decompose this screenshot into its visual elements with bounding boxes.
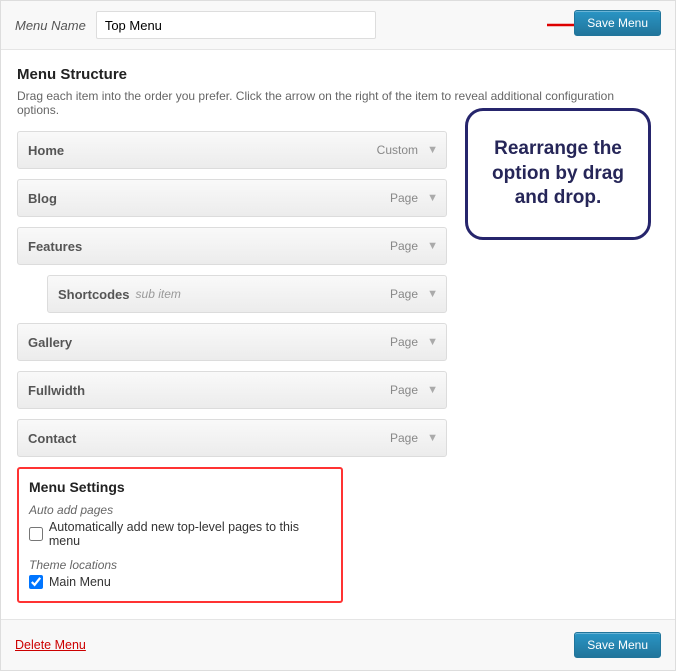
- menu-item-type: Page: [390, 335, 418, 349]
- menu-item-type: Page: [390, 431, 418, 445]
- chevron-down-icon[interactable]: ▼: [427, 432, 438, 444]
- delete-menu-link[interactable]: Delete Menu: [15, 638, 86, 652]
- menu-item-type: Page: [390, 287, 418, 301]
- menu-item-subnote: sub item: [136, 287, 181, 301]
- chevron-down-icon[interactable]: ▼: [427, 192, 438, 204]
- menu-edit-page: Menu Name Save Menu Menu Structure Drag …: [0, 0, 676, 671]
- menu-item-type: Custom: [377, 143, 418, 157]
- menu-item-title: Contact: [28, 431, 76, 446]
- menu-item[interactable]: Features Page ▼: [17, 227, 447, 265]
- save-menu-button-top[interactable]: Save Menu: [574, 10, 661, 36]
- menu-item-title: Shortcodes: [58, 287, 130, 302]
- auto-add-label: Auto add pages: [29, 503, 331, 517]
- theme-loc-checkbox[interactable]: [29, 575, 43, 589]
- theme-loc-label: Theme locations: [29, 558, 331, 572]
- menu-item-title: Fullwidth: [28, 383, 85, 398]
- menu-item[interactable]: Gallery Page ▼: [17, 323, 447, 361]
- menu-item[interactable]: Shortcodes sub item Page ▼: [47, 275, 447, 313]
- chevron-down-icon[interactable]: ▼: [427, 336, 438, 348]
- menu-item[interactable]: Home Custom ▼: [17, 131, 447, 169]
- menu-item-title: Gallery: [28, 335, 72, 350]
- menu-item[interactable]: Contact Page ▼: [17, 419, 447, 457]
- menu-settings-box: Menu Settings Auto add pages Automatical…: [17, 467, 343, 603]
- callout-box: Rearrange the option by drag and drop.: [465, 108, 651, 240]
- menu-item-title: Features: [28, 239, 82, 254]
- callout-text: Rearrange the option by drag and drop.: [480, 137, 636, 211]
- auto-add-checkbox[interactable]: [29, 527, 43, 541]
- header-row: Menu Name Save Menu: [1, 1, 675, 50]
- auto-add-row[interactable]: Automatically add new top-level pages to…: [29, 520, 331, 548]
- menu-item-title: Blog: [28, 191, 57, 206]
- menu-item[interactable]: Fullwidth Page ▼: [17, 371, 447, 409]
- chevron-down-icon[interactable]: ▼: [427, 240, 438, 252]
- menu-item[interactable]: Blog Page ▼: [17, 179, 447, 217]
- theme-loc-row[interactable]: Main Menu: [29, 575, 331, 589]
- content-area: Menu Structure Drag each item into the o…: [1, 50, 675, 619]
- menu-name-label: Menu Name: [15, 18, 86, 33]
- theme-loc-text: Main Menu: [49, 575, 111, 589]
- chevron-down-icon[interactable]: ▼: [427, 144, 438, 156]
- menu-items-list: HomeCustom▼BlogPage▼FeaturesPage▼Shortco…: [17, 131, 447, 457]
- menu-name-input[interactable]: [96, 11, 376, 39]
- menu-item-type: Page: [390, 239, 418, 253]
- save-menu-button-bottom[interactable]: Save Menu: [574, 632, 661, 658]
- chevron-down-icon[interactable]: ▼: [427, 288, 438, 300]
- chevron-down-icon[interactable]: ▼: [427, 384, 438, 396]
- auto-add-text: Automatically add new top-level pages to…: [49, 520, 331, 548]
- menu-item-type: Page: [390, 383, 418, 397]
- structure-title: Menu Structure: [17, 66, 659, 83]
- menu-item-title: Home: [28, 143, 64, 158]
- footer-row: Delete Menu Save Menu: [1, 619, 675, 670]
- menu-item-type: Page: [390, 191, 418, 205]
- settings-title: Menu Settings: [29, 479, 331, 495]
